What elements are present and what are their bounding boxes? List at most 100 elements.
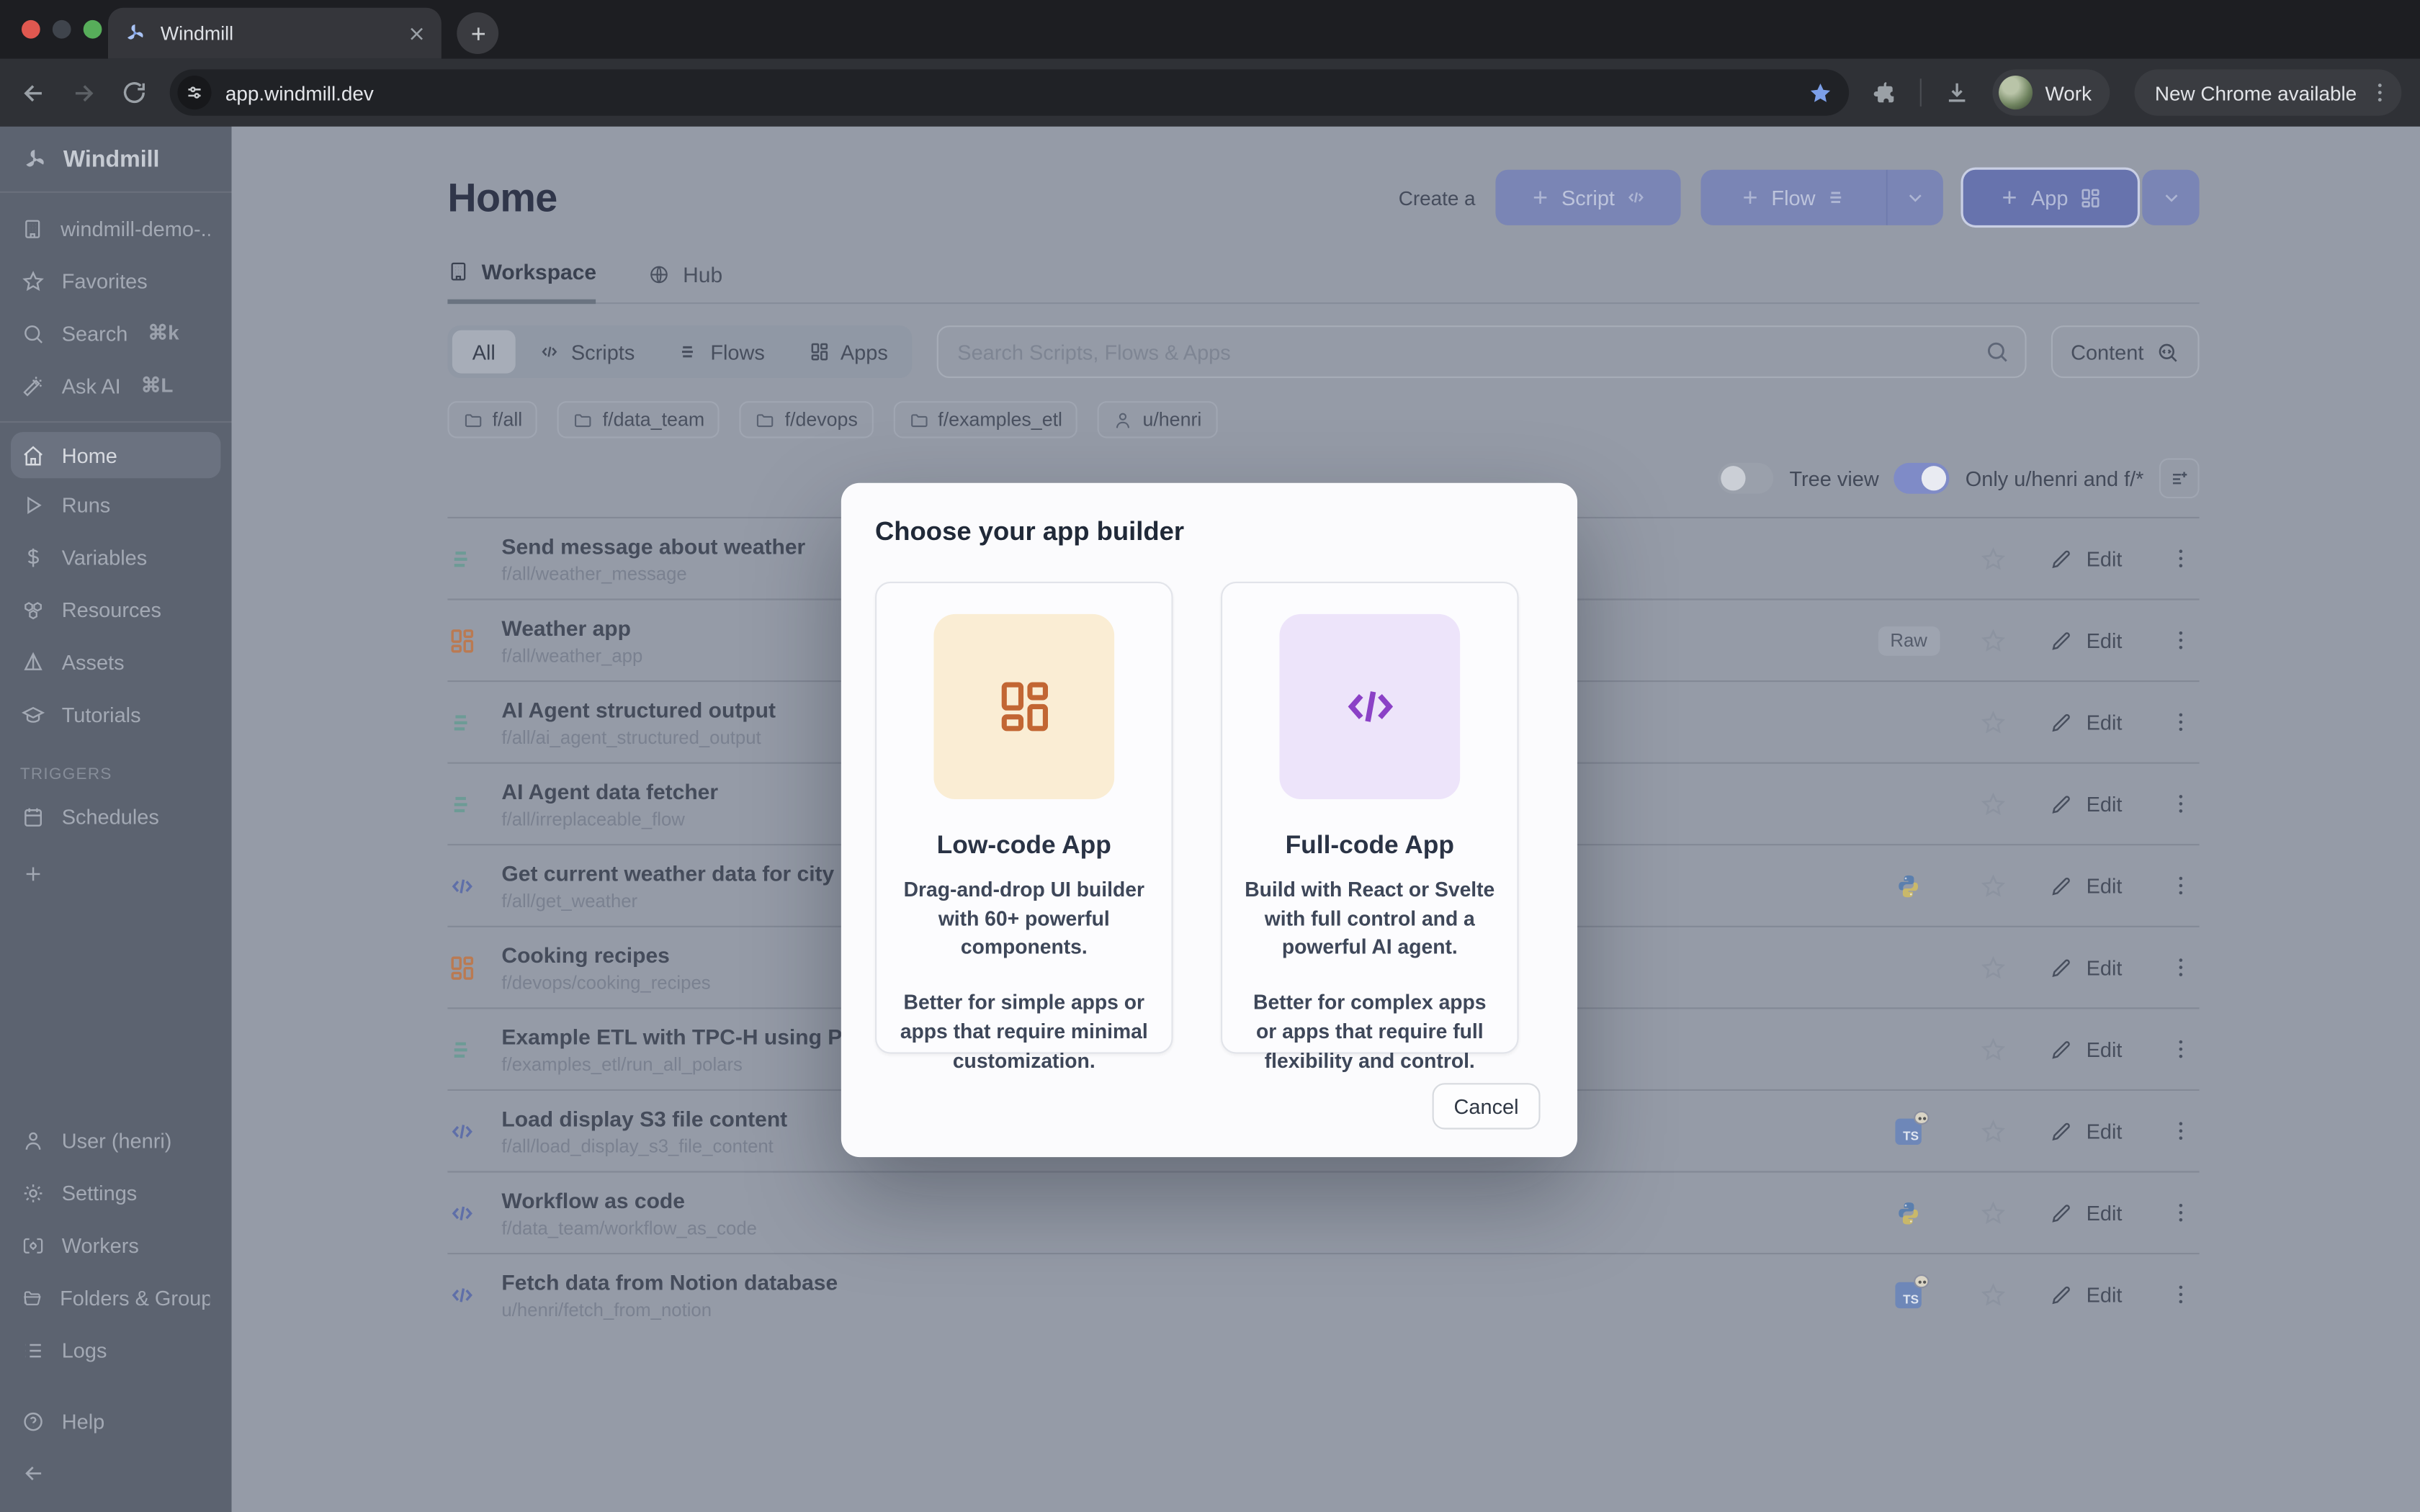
sidebar-item-logs[interactable]: Logs: [0, 1324, 231, 1377]
sidebar-item-folders-groups[interactable]: Folders & Groups: [0, 1272, 231, 1324]
kebab-menu-icon[interactable]: [2162, 546, 2199, 571]
url-text[interactable]: app.windmill.dev: [225, 81, 1808, 104]
edit-button[interactable]: Edit: [2049, 792, 2122, 815]
sidebar-item-user[interactable]: User (henri): [0, 1114, 231, 1166]
minimize-window-button[interactable]: [53, 20, 71, 39]
low-code-app-card[interactable]: Low-code App Drag-and-drop UI builder wi…: [875, 582, 1173, 1054]
chrome-update-pill[interactable]: New Chrome available: [2135, 69, 2401, 115]
sidebar: Windmill windmill-demo-... Favorites Sea…: [0, 127, 231, 1512]
sidebar-item-tutorials[interactable]: Tutorials: [0, 688, 231, 741]
gear-icon: [22, 1181, 45, 1204]
sidebar-item-assets[interactable]: Assets: [0, 636, 231, 688]
kebab-menu-icon[interactable]: [2162, 628, 2199, 652]
sidebar-item-variables[interactable]: Variables: [0, 531, 231, 583]
tab-workspace[interactable]: Workspace: [447, 259, 596, 304]
forward-icon[interactable]: [69, 78, 99, 107]
window-controls[interactable]: [22, 20, 102, 39]
kebab-menu-icon[interactable]: [2162, 1200, 2199, 1225]
windmill-logo[interactable]: Windmill: [0, 127, 231, 192]
folder-chip-f-examples-etl[interactable]: f/examples_etl: [893, 401, 1077, 438]
close-window-button[interactable]: [22, 20, 40, 39]
close-tab-icon[interactable]: [408, 24, 426, 42]
create-app-button[interactable]: App: [1963, 170, 2138, 225]
favorite-star-icon[interactable]: [1980, 1036, 2006, 1062]
edit-button[interactable]: Edit: [2049, 1283, 2122, 1306]
kebab-menu-icon[interactable]: [2162, 1282, 2199, 1307]
create-script-button[interactable]: Script: [1495, 170, 1680, 225]
edit-button[interactable]: Edit: [2049, 1038, 2122, 1061]
user-chip-u-henri[interactable]: u/henri: [1098, 401, 1217, 438]
bookmark-star-icon[interactable]: [1808, 79, 1834, 105]
favorite-star-icon[interactable]: [1980, 873, 2006, 899]
table-row[interactable]: Workflow as codef/data_team/workflow_as_…: [447, 1171, 2199, 1253]
cancel-button[interactable]: Cancel: [1433, 1083, 1541, 1129]
kebab-menu-icon[interactable]: [2162, 955, 2199, 979]
sidebar-item-ask-ai[interactable]: Ask AI ⌘L: [0, 359, 231, 412]
tab-hub[interactable]: Hub: [649, 259, 722, 304]
edit-button[interactable]: Edit: [2049, 629, 2122, 652]
kebab-menu-icon[interactable]: [2162, 1119, 2199, 1143]
kebab-menu-icon[interactable]: [2162, 791, 2199, 816]
script-icon: [447, 871, 478, 901]
sidebar-item-settings[interactable]: Settings: [0, 1166, 231, 1219]
sidebar-item-workspace[interactable]: windmill-demo-...: [0, 202, 231, 255]
kebab-menu-icon[interactable]: [2162, 710, 2199, 734]
download-icon[interactable]: [1943, 78, 1971, 107]
sidebar-item-schedules[interactable]: Schedules: [0, 790, 231, 842]
favorite-star-icon[interactable]: [1980, 954, 2006, 980]
table-row[interactable]: Fetch data from Notion databaseu/henri/f…: [447, 1253, 2199, 1335]
favorite-star-icon[interactable]: [1980, 709, 2006, 735]
edit-button[interactable]: Edit: [2049, 711, 2122, 734]
tree-view-toggle[interactable]: [1718, 463, 1774, 494]
create-app-dropdown-button[interactable]: [2142, 170, 2199, 225]
favorite-star-icon[interactable]: [1980, 791, 2006, 816]
site-settings-icon[interactable]: [177, 76, 211, 109]
filter-scripts[interactable]: Scripts: [519, 330, 655, 374]
filter-settings-button[interactable]: [2159, 458, 2200, 498]
address-bar[interactable]: app.windmill.dev: [170, 69, 1850, 115]
kebab-menu-icon[interactable]: [2162, 1037, 2199, 1061]
content-search-button[interactable]: Content: [2051, 325, 2199, 378]
create-flow-button[interactable]: Flow: [1700, 170, 1886, 225]
sidebar-item-help[interactable]: Help: [0, 1395, 231, 1447]
search-input[interactable]: [937, 325, 2026, 378]
favorite-star-icon[interactable]: [1980, 1200, 2006, 1225]
sidebar-item-home[interactable]: Home: [11, 432, 220, 478]
favorite-star-icon[interactable]: [1980, 546, 2006, 572]
favorite-star-icon[interactable]: [1980, 627, 2006, 653]
favorite-star-icon[interactable]: [1980, 1282, 2006, 1308]
user-icon: [22, 1129, 45, 1152]
edit-button[interactable]: Edit: [2049, 874, 2122, 897]
reload-icon[interactable]: [120, 78, 148, 107]
kebab-menu-icon[interactable]: [2162, 873, 2199, 898]
full-code-app-card[interactable]: Full-code App Build with React or Svelte…: [1221, 582, 1519, 1054]
edit-button[interactable]: Edit: [2049, 956, 2122, 979]
zoom-window-button[interactable]: [84, 20, 102, 39]
new-tab-button[interactable]: [457, 12, 498, 54]
create-flow-dropdown-button[interactable]: [1886, 170, 1943, 225]
sidebar-item-search[interactable]: Search ⌘k: [0, 307, 231, 359]
collapse-sidebar-button[interactable]: [0, 1447, 231, 1500]
browser-tab[interactable]: Windmill: [108, 8, 442, 59]
edit-button[interactable]: Edit: [2049, 1120, 2122, 1143]
back-icon[interactable]: [19, 78, 48, 107]
only-mine-toggle[interactable]: [1894, 463, 1950, 494]
favorite-star-icon[interactable]: [1980, 1118, 2006, 1144]
folder-chip-f-devops[interactable]: f/devops: [740, 401, 873, 438]
edit-button[interactable]: Edit: [2049, 1201, 2122, 1224]
sidebar-add-trigger-button[interactable]: [0, 842, 231, 904]
sidebar-item-favorites[interactable]: Favorites: [0, 255, 231, 307]
edit-button[interactable]: Edit: [2049, 547, 2122, 570]
folder-chip-f-data-team[interactable]: f/data_team: [558, 401, 720, 438]
filter-all[interactable]: All: [452, 330, 516, 374]
folder-chip-f-all[interactable]: f/all: [447, 401, 537, 438]
low-code-tile: [933, 614, 1114, 799]
sidebar-item-workers[interactable]: Workers: [0, 1219, 231, 1272]
sidebar-item-resources[interactable]: Resources: [0, 583, 231, 636]
filter-flows[interactable]: Flows: [658, 330, 784, 374]
sidebar-item-runs[interactable]: Runs: [0, 478, 231, 531]
filter-apps[interactable]: Apps: [788, 330, 908, 374]
extensions-icon[interactable]: [1870, 78, 1899, 107]
browser-profile-chip[interactable]: Work: [1993, 69, 2110, 115]
browser-menu-icon[interactable]: [2367, 80, 2392, 104]
